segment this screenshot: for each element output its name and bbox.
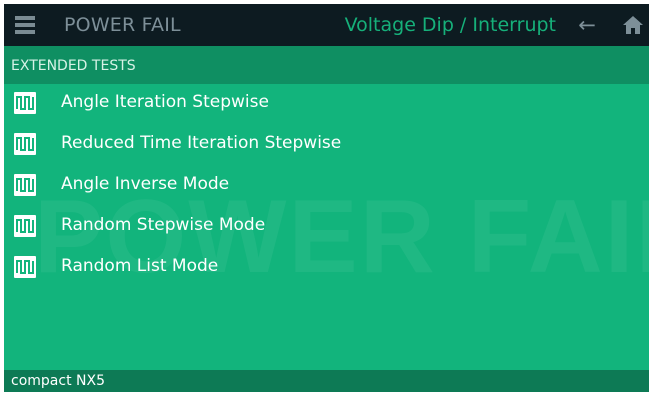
test-item-label: Angle Inverse Mode <box>61 174 230 194</box>
test-item-label: Reduced Time Iteration Stepwise <box>61 133 342 153</box>
test-item-reduced-time-iteration-stepwise[interactable]: Reduced Time Iteration Stepwise <box>4 125 649 163</box>
back-arrow-icon[interactable]: ← <box>573 12 601 38</box>
square-wave-icon <box>14 215 36 237</box>
test-item-label: Random List Mode <box>61 256 219 276</box>
app-frame: POWER FAIL Voltage Dip / Interrupt ← EXT… <box>4 4 649 392</box>
app-title: POWER FAIL <box>64 14 181 36</box>
test-item-label: Random Stepwise Mode <box>61 215 266 235</box>
home-icon[interactable] <box>621 13 645 37</box>
menu-icon[interactable] <box>15 16 35 34</box>
device-name: compact NX5 <box>11 373 105 389</box>
square-wave-icon <box>14 174 36 196</box>
footer-bar: compact NX5 <box>4 370 649 392</box>
test-item-random-stepwise-mode[interactable]: Random Stepwise Mode <box>4 207 649 245</box>
square-wave-icon <box>14 256 36 278</box>
test-item-angle-iteration-stepwise[interactable]: Angle Iteration Stepwise <box>4 84 649 122</box>
test-item-label: Angle Iteration Stepwise <box>61 92 269 112</box>
square-wave-icon <box>14 133 36 155</box>
top-bar: POWER FAIL Voltage Dip / Interrupt ← <box>4 4 649 46</box>
square-wave-icon <box>14 92 36 114</box>
test-item-angle-inverse-mode[interactable]: Angle Inverse Mode <box>4 166 649 204</box>
section-title: EXTENDED TESTS <box>11 58 136 74</box>
mode-title: Voltage Dip / Interrupt <box>344 14 556 36</box>
section-header: EXTENDED TESTS <box>4 46 649 84</box>
test-item-random-list-mode[interactable]: Random List Mode <box>4 248 649 286</box>
